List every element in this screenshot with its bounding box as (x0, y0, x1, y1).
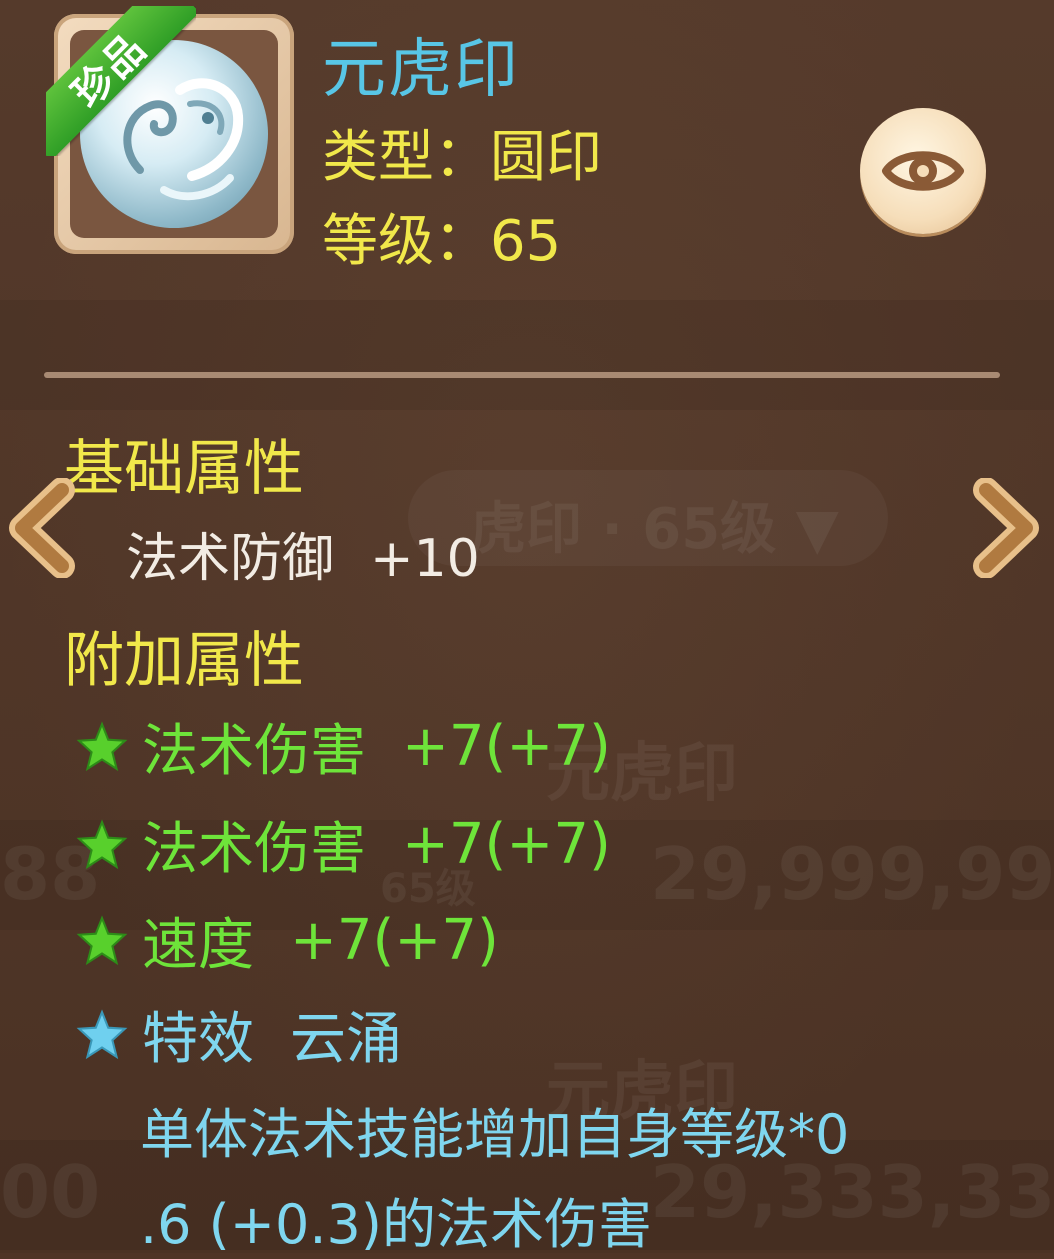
green-star-icon (76, 720, 128, 771)
item-tooltip-panel: 虎印 · 65级 ▼ 元虎印 29,999,999 88 65级 元虎印 29,… (0, 0, 1054, 1256)
ghost-band (0, 300, 1054, 410)
rare-ribbon: 珍品 (46, 6, 196, 156)
attribute-value: +7(+7) (402, 812, 611, 877)
base-attributes-title: 基础属性 (64, 434, 304, 504)
item-type: 类型：圆印 (322, 125, 602, 190)
special-effect-name: 云涌 (290, 1007, 402, 1072)
extra-attributes-title: 附加属性 (64, 626, 304, 696)
special-effect-description: 单体法术技能增加自身等级*0 (140, 1103, 850, 1166)
eye-icon (882, 151, 964, 191)
attribute-value: +7(+7) (402, 714, 611, 779)
ghost-dropdown-text: 虎印 · 65级 ▼ (470, 497, 839, 562)
special-effect-row: 特效 云涌 (76, 994, 402, 1075)
attribute-name: 法术伤害 (142, 817, 366, 882)
attribute-name: 法术伤害 (142, 719, 366, 784)
attribute-name: 法术防御 (126, 529, 335, 589)
attribute-value: +7(+7) (290, 908, 499, 973)
extra-attribute-row: 速度 +7(+7) (76, 900, 499, 981)
blue-star-icon (76, 1008, 128, 1059)
base-attribute-row: 法术防御 +10 (126, 516, 480, 591)
ghost-count: 00 (0, 1150, 101, 1234)
chevron-right-icon (973, 477, 1039, 579)
special-effect-label: 特效 (142, 1007, 254, 1072)
item-icon-frame[interactable]: 珍品 (46, 6, 294, 254)
item-name: 元虎印 (322, 33, 520, 107)
rare-badge: 珍品 (46, 6, 196, 156)
item-level: 等级：65 (322, 209, 562, 274)
extra-attribute-row: 法术伤害 +7(+7) (76, 706, 611, 787)
ghost-price: 29,999,999 (650, 832, 1054, 916)
divider (44, 372, 1000, 378)
preview-button[interactable] (860, 108, 986, 234)
attribute-value: +10 (370, 529, 480, 589)
green-star-icon (76, 818, 128, 869)
extra-attribute-row: 法术伤害 +7(+7) (76, 804, 611, 885)
prev-arrow[interactable] (4, 477, 84, 579)
attribute-name: 速度 (142, 913, 254, 978)
special-effect-description: .6 (+0.3)的法术伤害 (140, 1193, 652, 1256)
green-star-icon (76, 914, 128, 965)
next-arrow[interactable] (964, 477, 1044, 579)
chevron-left-icon (9, 477, 75, 579)
